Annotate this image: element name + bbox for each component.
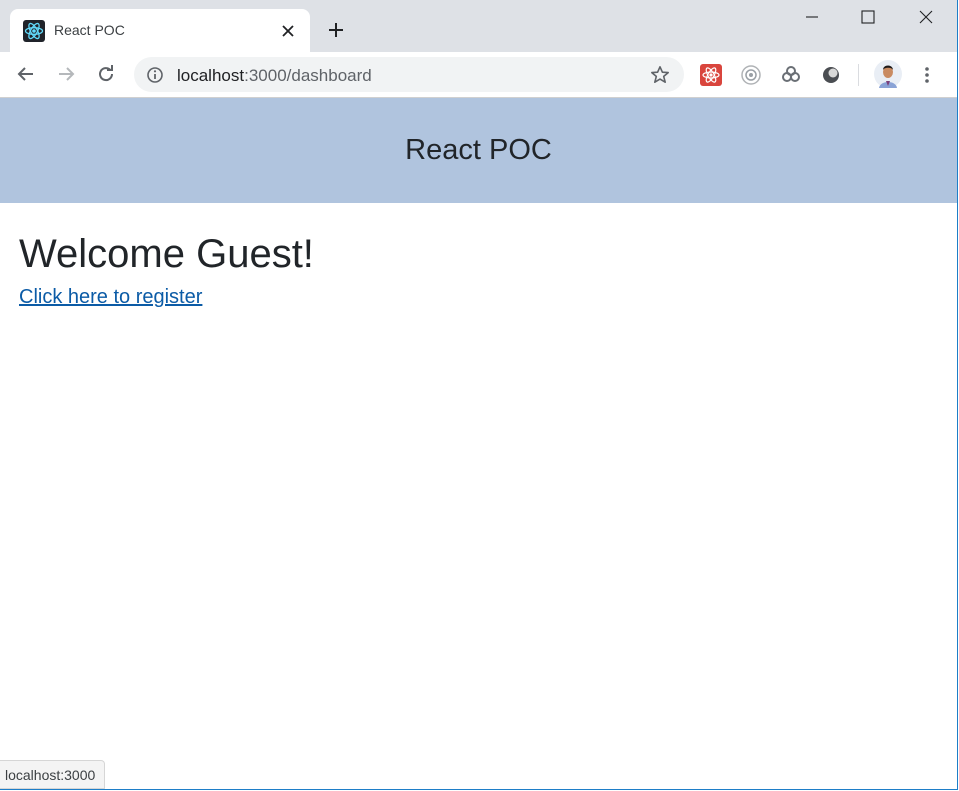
site-info-icon[interactable] — [146, 66, 164, 84]
react-atom-icon — [23, 20, 45, 42]
browser-toolbar: localhost:3000/dashboard — [0, 52, 957, 98]
profile-avatar[interactable] — [874, 60, 902, 88]
tab-strip: React POC — [0, 0, 957, 52]
url-text[interactable]: localhost:3000/dashboard — [177, 66, 372, 86]
maximize-icon[interactable] — [845, 0, 891, 34]
address-bar[interactable]: localhost:3000/dashboard — [134, 57, 684, 92]
link-extension-icon[interactable] — [779, 63, 803, 87]
forward-arrow-icon[interactable] — [52, 60, 80, 88]
welcome-heading: Welcome Guest! — [19, 232, 314, 276]
minimize-icon[interactable] — [789, 0, 835, 34]
browser-menu-icon[interactable] — [915, 63, 939, 87]
tab-title: React POC — [54, 22, 125, 38]
url-host: localhost — [177, 66, 245, 85]
app-title: React POC — [405, 134, 552, 166]
url-path: :3000/dashboard — [244, 66, 372, 85]
back-arrow-icon[interactable] — [12, 60, 40, 88]
app-header: React POC — [0, 98, 957, 203]
browser-window: React POC localhost:3000/dashboard React… — [0, 0, 958, 790]
window-close-icon[interactable] — [903, 0, 949, 34]
status-bar-url: localhost:3000 — [0, 760, 106, 789]
reload-icon[interactable] — [92, 60, 120, 88]
react-devtools-icon[interactable] — [699, 63, 723, 87]
tab-close-icon[interactable] — [278, 21, 298, 41]
toolbar-divider — [858, 64, 859, 86]
bookmark-star-icon[interactable] — [650, 65, 670, 85]
sphere-extension-icon[interactable] — [819, 63, 843, 87]
target-extension-icon[interactable] — [739, 63, 763, 87]
new-tab-plus-icon[interactable] — [324, 18, 348, 42]
register-link[interactable]: Click here to register — [19, 286, 202, 309]
tab-react-poc[interactable]: React POC — [10, 9, 310, 52]
